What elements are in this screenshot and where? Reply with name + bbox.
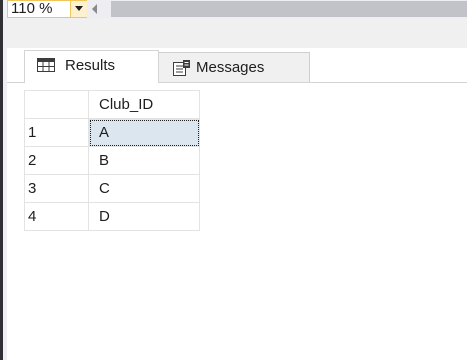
grid-cell[interactable]: C (88, 174, 200, 203)
chevron-down-icon (75, 6, 83, 11)
messages-icon (173, 60, 191, 80)
table-row: 1 A (24, 118, 200, 147)
zoom-dropdown-button[interactable] (70, 1, 87, 17)
row-header-corner[interactable] (24, 90, 89, 119)
table-row: 4 D (24, 202, 200, 231)
table-row: 3 C (24, 174, 200, 203)
tab-strip (7, 18, 467, 48)
tab-results[interactable]: Results (24, 50, 159, 82)
row-number[interactable]: 4 (24, 202, 89, 231)
results-grid: Club_ID 1 A 2 B 3 C 4 D (24, 90, 200, 231)
row-number[interactable]: 2 (24, 146, 89, 175)
horizontal-scrollbar[interactable] (111, 1, 467, 17)
table-row: 2 B (24, 146, 200, 175)
row-number[interactable]: 3 (24, 174, 89, 203)
results-pane: 110 % Results Messages Club_ID 1 A 2 B 3… (0, 0, 467, 360)
scroll-left-button[interactable] (91, 2, 103, 16)
zoom-combobox[interactable]: 110 % (7, 0, 87, 18)
column-header[interactable]: Club_ID (88, 90, 200, 119)
zoom-value[interactable]: 110 % (11, 1, 69, 17)
grid-icon (37, 58, 55, 76)
grid-cell[interactable]: D (88, 202, 200, 231)
tab-messages[interactable]: Messages (159, 52, 310, 82)
tab-results-label: Results (65, 57, 116, 74)
grid-cell[interactable]: B (88, 146, 200, 175)
grid-header-row: Club_ID (24, 90, 200, 119)
grid-cell[interactable]: A (88, 118, 200, 147)
row-number[interactable]: 1 (24, 118, 89, 147)
results-toolbar: 110 % (7, 0, 467, 18)
tab-messages-label: Messages (196, 59, 265, 76)
chevron-left-icon (92, 4, 97, 14)
